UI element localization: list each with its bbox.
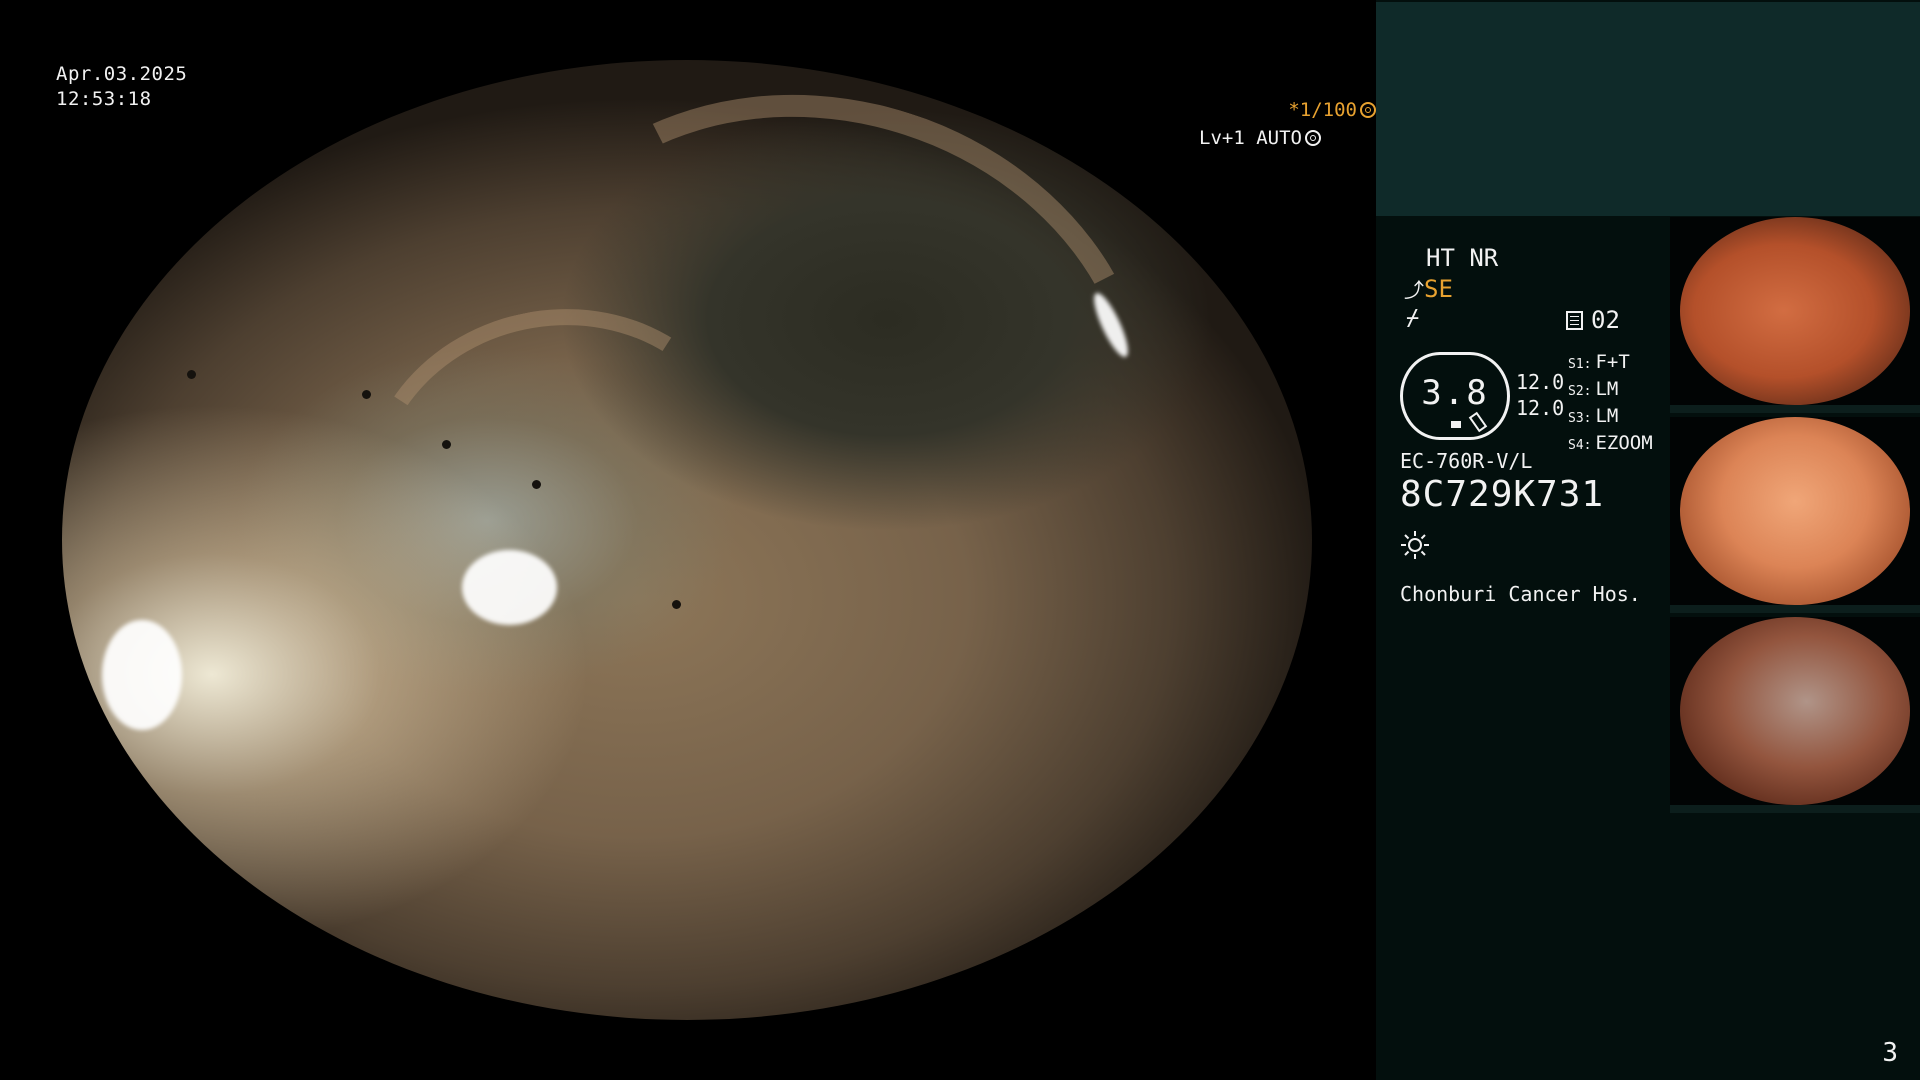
- switch-key: S1:: [1568, 357, 1592, 372]
- thumbnail-footer: [1670, 805, 1920, 813]
- switch-key: S4:: [1568, 438, 1592, 453]
- shutter-text: *1/100: [1288, 99, 1357, 121]
- memory-label: 02: [1591, 306, 1620, 334]
- se-indicator: ⤴SE: [1404, 274, 1453, 303]
- switch-row: S4: EZOOM: [1568, 431, 1653, 458]
- level-text: Lv+1 AUTO: [1199, 127, 1302, 149]
- thumbnail-image: [1680, 617, 1910, 805]
- info-panel-header: [1376, 2, 1920, 216]
- level-overlay: Lv+1 AUTO: [0, 126, 1321, 151]
- level-value-1: 12.0: [1516, 370, 1565, 394]
- gauge-marker: [1451, 421, 1461, 428]
- gauge-cursor-icon: [1468, 411, 1488, 433]
- endoscopy-screen: Apr.03.2025 12:53:18 *1/100 Lv+1 AUTO HT…: [0, 0, 1920, 1080]
- light-reflection: [102, 620, 182, 730]
- live-view-area: Apr.03.2025 12:53:18 *1/100 Lv+1 AUTO: [0, 0, 1376, 1080]
- capture-thumbnail[interactable]: [1670, 617, 1920, 813]
- debris-speck: [672, 600, 681, 609]
- thumbnail-footer: [1670, 605, 1920, 613]
- gauge-value: 3.8: [1421, 373, 1489, 413]
- gauge: 3.8: [1400, 352, 1510, 440]
- iris-icon: [1305, 130, 1321, 146]
- scope-serial: 8C729K731: [1400, 474, 1605, 515]
- memory-icon: [1566, 311, 1583, 330]
- light-icon: [1401, 531, 1429, 559]
- switch-value: LM: [1595, 405, 1619, 427]
- switch-value: LM: [1595, 378, 1619, 400]
- hospital-name: Chonburi Cancer Hos.: [1400, 582, 1641, 606]
- aperture-icon: [1360, 102, 1376, 118]
- thumbnail-image: [1680, 417, 1910, 605]
- level-value-2: 12.0: [1516, 396, 1565, 420]
- capture-thumbnails: [1670, 217, 1920, 817]
- debris-speck: [532, 480, 541, 489]
- info-panel: HT NR ⤴SE ⌿ 02 3.8 12.0 12.0 S1: F+T S2: L…: [1376, 0, 1920, 1080]
- switch-key: S3:: [1568, 411, 1592, 426]
- endoscope-image: [62, 60, 1312, 1020]
- date-text: Apr.03.2025: [56, 63, 188, 85]
- capture-thumbnail[interactable]: [1670, 217, 1920, 413]
- light-reflection: [462, 550, 557, 625]
- se-label: SE: [1424, 275, 1453, 303]
- switch-value: F+T: [1595, 351, 1630, 373]
- debris-speck: [187, 370, 196, 379]
- se-icon: ⤴: [1404, 278, 1424, 302]
- debris-speck: [362, 390, 371, 399]
- mode-text: HT NR: [1426, 244, 1499, 272]
- switch-value: EZOOM: [1595, 432, 1653, 454]
- switch-key: S2:: [1568, 384, 1592, 399]
- thumbnail-image: [1680, 217, 1910, 405]
- page-number: 3: [1882, 1038, 1898, 1068]
- switch-row: S3: LM: [1568, 404, 1653, 431]
- shutter-overlay: *1/100: [55, 98, 1376, 123]
- memory-indicator: 02: [1566, 306, 1620, 334]
- switch-settings: S1: F+T S2: LM S3: LM S4: EZOOM: [1568, 350, 1653, 458]
- capture-thumbnail[interactable]: [1670, 417, 1920, 613]
- thumbnail-footer: [1670, 405, 1920, 413]
- function-icon: ⌿: [1406, 306, 1420, 331]
- switch-row: S2: LM: [1568, 377, 1653, 404]
- scope-model: EC-760R-V/L: [1400, 449, 1533, 473]
- debris-speck: [442, 440, 451, 449]
- switch-row: S1: F+T: [1568, 350, 1653, 377]
